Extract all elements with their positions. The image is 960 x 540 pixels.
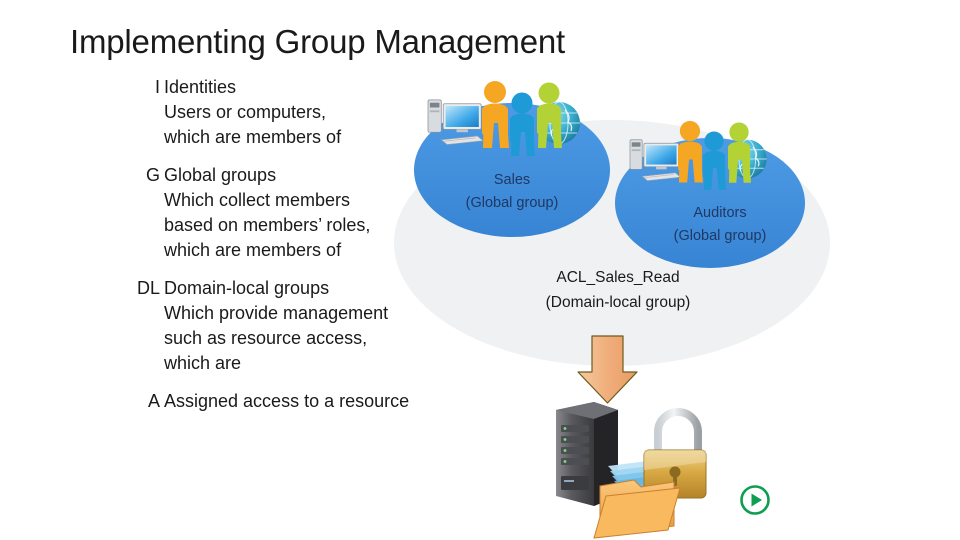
bullet-tag: A [147, 391, 160, 411]
play-button[interactable] [739, 484, 771, 516]
auditors-type-label: (Global group) [674, 228, 767, 244]
domain-local-name-label: ACL_Sales_Read [556, 269, 679, 286]
auditors-label: Auditors [693, 205, 746, 221]
domain-local-type-label: (Domain-local group) [546, 294, 691, 311]
slide-canvas: Implementing Group Management I Identiti… [0, 0, 960, 540]
bullet-tag: G [145, 165, 160, 185]
global-group-sales: Sales (Global group) [414, 81, 610, 237]
sales-type-label: (Global group) [466, 195, 559, 211]
group-management-diagram: Sales (Global group) Auditors (Global gr… [390, 60, 950, 540]
page-title: Implementing Group Management [70, 23, 565, 60]
bullet-tag: DL [136, 278, 160, 298]
folder-icon [593, 479, 681, 539]
sales-label: Sales [494, 172, 530, 188]
bullet-tag: I [154, 77, 160, 97]
resource-icons [556, 402, 707, 539]
